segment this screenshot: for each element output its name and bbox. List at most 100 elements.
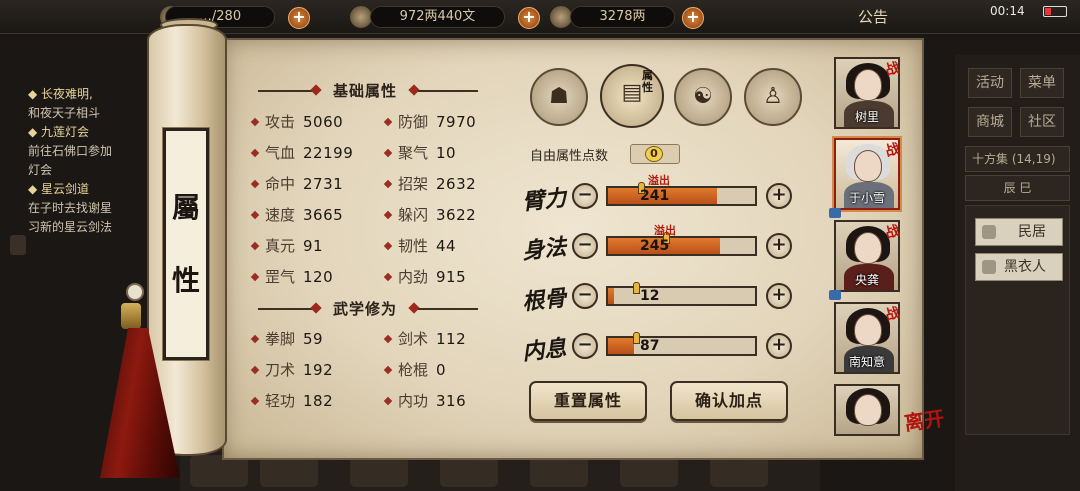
battery-icon (1043, 6, 1067, 17)
alloc-label-constitution: 根骨 (520, 285, 568, 316)
silver-ingot-icon (350, 6, 372, 28)
menu-button[interactable]: 菜单 (1020, 68, 1064, 98)
portrait-face (854, 394, 882, 426)
agility-value: 245 (640, 238, 670, 254)
decrease-constitution-button[interactable]: − (572, 283, 598, 309)
breath-bar: 87 (606, 332, 757, 356)
increase-constitution-button[interactable]: + (766, 283, 792, 309)
location-bar: 十方集 (14,19) (965, 146, 1070, 172)
meridian-body-icon: ♙ (763, 84, 783, 109)
gold-ingot-icon (550, 6, 572, 28)
free-points-label: 自由属性点数 (530, 149, 609, 164)
decrease-breath-button[interactable]: − (572, 333, 598, 359)
free-points-value: 0 (645, 146, 663, 162)
quest-line: ◆ 星云剑道 (28, 182, 90, 196)
confirm-allocation-button[interactable]: 确认加点 (670, 381, 788, 421)
stat-toughness: 韧性 44 (383, 234, 456, 258)
stat-hp: 气血 22199 (250, 141, 353, 165)
formation-icon (829, 290, 841, 300)
add-bag-button[interactable]: + (288, 7, 310, 29)
alloc-label-strength: 臂力 (520, 185, 568, 216)
scroll-title-char: 性 (171, 264, 200, 297)
increase-agility-button[interactable]: + (766, 233, 792, 259)
shop-button[interactable]: 商城 (968, 107, 1012, 137)
location-name: 十方集 (972, 152, 1009, 166)
bar-marker (633, 332, 640, 344)
location-coords: (14,19) (1011, 152, 1056, 166)
quest-line: ◆ 长夜难明, (28, 87, 93, 101)
stat-dodge: 躲闪 3622 (383, 203, 476, 227)
stat-qi-gather: 聚气 10 (383, 141, 456, 165)
party-member-name: 央龚 (854, 273, 879, 287)
stat-speed: 速度 3665 (250, 203, 343, 227)
tab-bagua[interactable]: ☯ (674, 68, 732, 126)
skill-lightness: 轻功 182 (250, 389, 333, 413)
house-icon (982, 225, 996, 239)
stat-true-essence: 真元 91 (250, 234, 323, 258)
skill-blade: 刀术 192 (250, 358, 333, 382)
decrease-agility-button[interactable]: − (572, 233, 598, 259)
constitution-value: 12 (640, 288, 660, 304)
bar-fill (608, 338, 635, 354)
notice-button[interactable]: 公告 (858, 6, 888, 27)
breath-value: 87 (640, 338, 660, 354)
scroll-title-plate: 屬 性 (162, 127, 210, 361)
divider (418, 90, 478, 92)
formation-icon (829, 208, 841, 218)
portrait-face (854, 69, 882, 101)
system-clock: 00:14 (990, 4, 1025, 18)
party-member-card[interactable] (834, 384, 900, 436)
person-icon (982, 260, 996, 274)
stat-inner-force: 内劲 915 (383, 265, 466, 289)
activity-button[interactable]: 活动 (968, 68, 1012, 98)
quest-log[interactable]: ◆ 长夜难明, 和夜天子相斗 ◆ 九莲灯会 前往石佛口参加 灯会 ◆ 星云剑道 … (28, 85, 148, 237)
tassel-bead (126, 283, 144, 301)
skill-fist: 拳脚 59 (250, 327, 323, 351)
portrait-face (854, 150, 882, 182)
character-hat-icon: ☗ (549, 84, 569, 109)
stat-accuracy: 命中 2731 (250, 172, 343, 196)
quest-line: ◆ 九莲灯会 (28, 125, 90, 139)
tab-character[interactable]: ☗ (530, 68, 588, 126)
quest-line: 前往石佛口参加 (28, 144, 113, 158)
add-silver-button[interactable]: + (518, 7, 540, 29)
alloc-label-breath: 内息 (520, 335, 568, 366)
strength-overflow-tag: 溢出 (648, 174, 670, 187)
reset-attributes-button[interactable]: 重置属性 (529, 381, 647, 421)
npc-list-item[interactable]: 黑衣人 (975, 253, 1063, 281)
gold-amount: 3278两 (570, 6, 675, 28)
stat-gang-qi: 罡气 120 (250, 265, 333, 289)
agility-overflow-tag: 溢出 (654, 224, 676, 237)
npc-label: 民居 (1018, 224, 1046, 240)
skill-sword: 剑术 112 (383, 327, 466, 351)
quest-line: 在子时去找谢星 (28, 201, 113, 215)
divider (418, 308, 478, 310)
npc-label: 黑衣人 (1004, 259, 1046, 275)
skill-inner-art: 内功 316 (383, 389, 466, 413)
expand-log-arrow-icon[interactable] (10, 235, 26, 255)
add-gold-button[interactable]: + (682, 7, 704, 29)
stat-parry: 招架 2632 (383, 172, 476, 196)
npc-list-item[interactable]: 民居 (975, 218, 1063, 246)
stat-attack: 攻击 5060 (250, 110, 343, 134)
silver-amount: 972两440文 (370, 6, 505, 28)
decrease-strength-button[interactable]: − (572, 183, 598, 209)
tab-attributes-label: 属性 (642, 69, 653, 94)
strength-value: 241 (640, 188, 670, 204)
community-button[interactable]: 社区 (1020, 107, 1064, 137)
bar-fill (608, 288, 614, 304)
bagua-icon: ☯ (693, 84, 713, 109)
party-member-name: 树里 (854, 110, 879, 124)
portrait-face (854, 232, 882, 264)
alloc-label-agility: 身法 (520, 234, 568, 265)
time-period: 辰 巳 (965, 175, 1070, 201)
quest-line: 灯会 (28, 163, 53, 177)
tab-meridian[interactable]: ♙ (744, 68, 802, 126)
leave-button[interactable]: 离开 (903, 406, 957, 459)
bar-marker (633, 282, 640, 294)
quest-line: 和夜天子相斗 (28, 106, 101, 120)
increase-breath-button[interactable]: + (766, 333, 792, 359)
increase-strength-button[interactable]: + (766, 183, 792, 209)
party-member-name: 南知意 (848, 355, 885, 369)
scroll-title-char: 屬 (171, 191, 200, 224)
